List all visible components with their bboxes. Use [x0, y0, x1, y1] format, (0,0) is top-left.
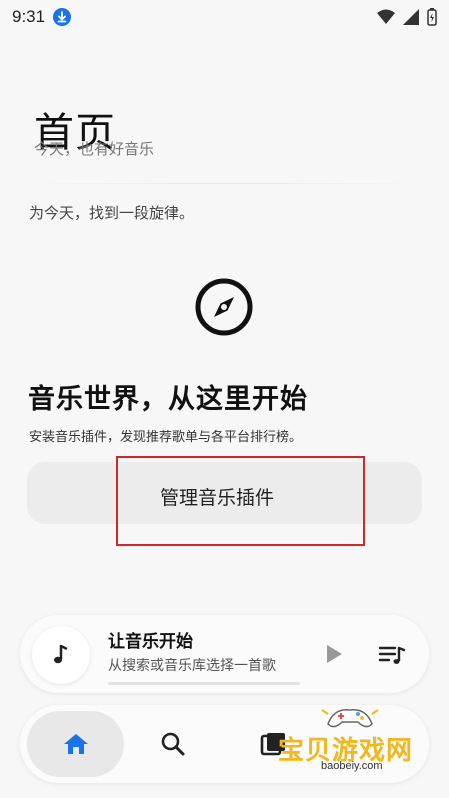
- nav-home[interactable]: [27, 711, 124, 777]
- status-time: 9:31: [12, 7, 46, 26]
- player-subtitle: 从搜索或音乐库选择一首歌: [108, 658, 276, 674]
- compass-icon: [195, 278, 253, 336]
- progress-bar[interactable]: [108, 682, 300, 685]
- signal-icon: [403, 9, 419, 25]
- mini-player[interactable]: 让音乐开始 从搜索或音乐库选择一首歌: [20, 615, 429, 693]
- battery-icon: [427, 8, 437, 26]
- player-title: 让音乐开始: [108, 632, 193, 652]
- queue-icon[interactable]: [378, 642, 406, 668]
- tagline: 为今天，找到一段旋律。: [29, 204, 195, 222]
- bottom-nav: [20, 705, 429, 783]
- divider: [30, 183, 420, 184]
- music-note-icon: [54, 644, 68, 664]
- play-icon[interactable]: [320, 641, 346, 667]
- hero-description: 安装音乐插件，发现推荐歌单与各平台排行榜。: [29, 430, 303, 445]
- manage-plugins-label: 管理音乐插件: [160, 487, 275, 509]
- page-subtitle: 今天，也有好音乐: [34, 140, 155, 158]
- wifi-icon: [377, 9, 395, 24]
- download-icon: [53, 8, 72, 26]
- library-icon[interactable]: [260, 731, 288, 757]
- hero-title: 音乐世界，从这里开始: [28, 384, 308, 415]
- status-icons: [377, 8, 437, 26]
- status-bar: 9:31: [0, 0, 449, 34]
- search-icon[interactable]: [160, 731, 186, 757]
- home-icon: [63, 734, 88, 754]
- album-art: [32, 626, 90, 684]
